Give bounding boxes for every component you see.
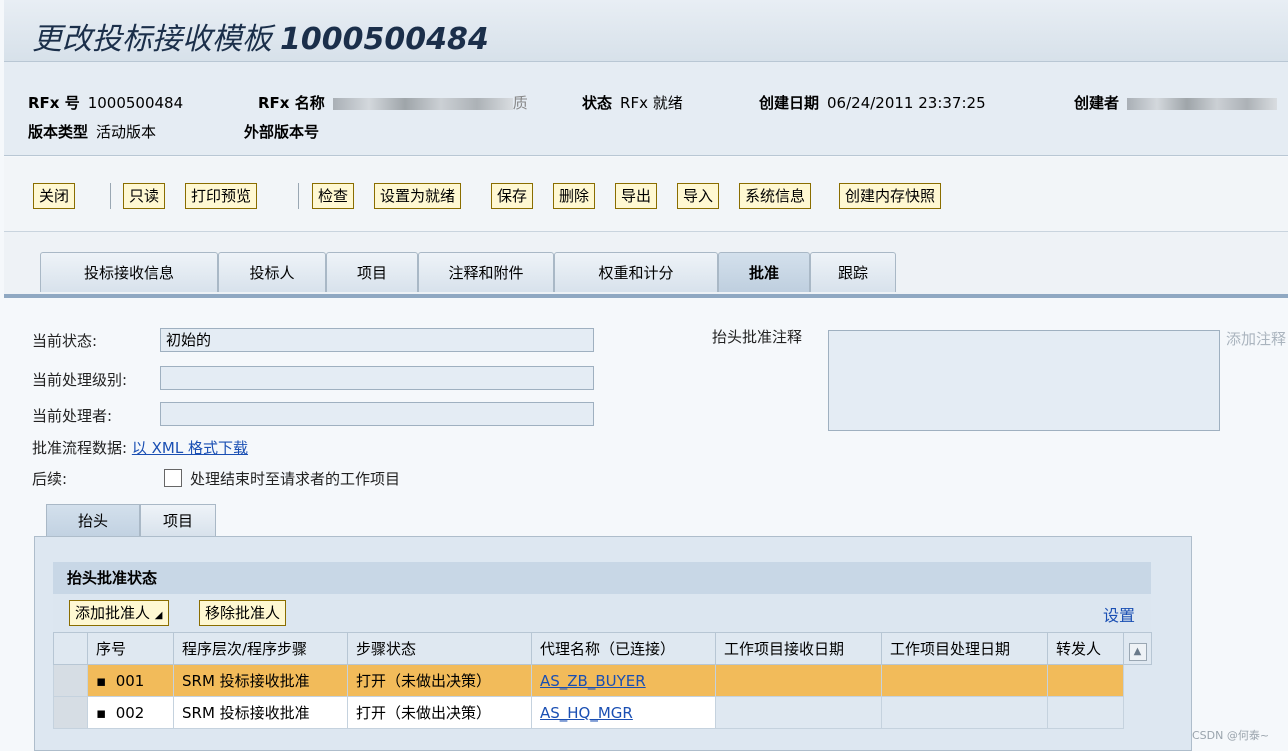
- rfx-name-field: RFx 名称质: [258, 94, 528, 112]
- table-row[interactable]: ▪ 001 SRM 投标接收批准 打开（未做出决策） AS_ZB_BUYER: [53, 664, 1152, 697]
- bullet-icon: ▪: [96, 703, 107, 722]
- tab-approval[interactable]: 批准: [718, 252, 810, 292]
- toolbar: 关闭 只读 打印预览 检查 设置为就绪 保存 删除 导出 导入 系统信息 创建内…: [4, 157, 1288, 232]
- current-status-label: 当前状态:: [32, 332, 98, 350]
- seq-cell: ▪ 001: [87, 664, 174, 697]
- creator-field: 创建者: [1074, 92, 1278, 113]
- toolbar-separator: [298, 183, 299, 209]
- current-level-label: 当前处理级别:: [32, 371, 128, 389]
- current-processor-field: [160, 402, 594, 426]
- agent-cell: AS_HQ_MGR: [531, 696, 716, 729]
- followup-checkbox-label: 处理结束时至请求者的工作项目: [190, 470, 401, 488]
- tab-bidders[interactable]: 投标人: [218, 252, 326, 292]
- status-cell: 打开（未做出决策）: [347, 696, 532, 729]
- redacted-creator: [1127, 97, 1278, 110]
- current-processor-label: 当前处理者:: [32, 407, 113, 425]
- header-note-label: 抬头批准注释: [712, 328, 803, 346]
- header-info: RFx 号 1000500484 RFx 名称质 状态 RFx 就绪 创建日期 06/…: [4, 62, 1288, 156]
- add-note-link[interactable]: 添加注释: [1226, 328, 1286, 349]
- main-tabs: 投标接收信息 投标人 项目 注释和附件 权重和计分 批准 跟踪: [4, 232, 1288, 298]
- followup-checkbox[interactable]: [164, 469, 182, 487]
- table-header-row: 序号 程序层次/程序步骤 步骤状态 代理名称（已连接） 工作项目接收日期 工作项…: [53, 632, 1152, 665]
- system-info-button[interactable]: 系统信息: [739, 183, 812, 209]
- panel-toolbar: 添加批准人 ◢ 移除批准人 设置: [53, 594, 1151, 632]
- export-button[interactable]: 导出: [615, 183, 658, 209]
- approval-content: 当前状态: 初始的 当前处理级别: 当前处理者: 批准流程数据: 以 XML 格…: [4, 298, 1288, 751]
- scroll-track[interactable]: [1123, 696, 1152, 729]
- agent-cell: AS_ZB_BUYER: [531, 664, 716, 697]
- received-date-cell: [715, 664, 882, 697]
- row-selector-header: [53, 632, 88, 665]
- tab-bid-receipt-info[interactable]: 投标接收信息: [40, 252, 218, 292]
- set-ready-button[interactable]: 设置为就绪: [374, 183, 462, 209]
- followup-label: 后续:: [32, 470, 68, 488]
- scroll-track[interactable]: [1123, 664, 1152, 697]
- xml-download-link[interactable]: 以 XML 格式下载: [132, 439, 248, 457]
- processed-date-cell: [881, 664, 1048, 697]
- redacted-name: [332, 97, 513, 110]
- panel-title: 抬头批准状态: [53, 562, 1151, 594]
- remove-approver-button[interactable]: 移除批准人: [199, 600, 287, 626]
- forwarder-cell: [1047, 664, 1124, 697]
- agent-link[interactable]: AS_HQ_MGR: [540, 704, 633, 722]
- received-date-cell: [715, 696, 882, 729]
- title-bar: 更改投标接收模板 1000500484: [4, 0, 1288, 62]
- tab-items[interactable]: 项目: [326, 252, 418, 292]
- save-button[interactable]: 保存: [491, 183, 534, 209]
- header-approval-panel: 抬头批准状态 添加批准人 ◢ 移除批准人 设置 序号 程序层次/程序步骤 步骤状…: [34, 536, 1192, 751]
- tab-tracking[interactable]: 跟踪: [810, 252, 896, 292]
- row-selector[interactable]: [53, 696, 88, 729]
- create-snapshot-button[interactable]: 创建内存快照: [839, 183, 942, 209]
- seq-cell: ▪ 002: [87, 696, 174, 729]
- column-header: 工作项目接收日期: [715, 632, 882, 665]
- close-button[interactable]: 关闭: [33, 183, 76, 209]
- print-preview-button[interactable]: 打印预览: [185, 183, 258, 209]
- external-version-field: 外部版本号: [244, 123, 320, 141]
- tab-notes-attachments[interactable]: 注释和附件: [418, 252, 554, 292]
- row-selector[interactable]: [53, 664, 88, 697]
- current-status-field: 初始的: [160, 328, 594, 352]
- import-button[interactable]: 导入: [677, 183, 720, 209]
- version-type-field: 版本类型 活动版本: [28, 123, 157, 141]
- column-header: 工作项目处理日期: [881, 632, 1048, 665]
- scroll-up-button[interactable]: ▲: [1123, 632, 1152, 665]
- status-cell: 打开（未做出决策）: [347, 664, 532, 697]
- rfx-number-field: RFx 号 1000500484: [28, 94, 184, 112]
- delete-button[interactable]: 删除: [553, 183, 596, 209]
- subtab-items[interactable]: 项目: [140, 504, 216, 536]
- table-row[interactable]: ▪ 002 SRM 投标接收批准 打开（未做出决策） AS_HQ_MGR: [53, 696, 1152, 729]
- tab-weighting-scoring[interactable]: 权重和计分: [554, 252, 718, 292]
- bullet-icon: ▪: [96, 671, 107, 690]
- status-field: 状态 RFx 就绪: [582, 94, 683, 112]
- flow-data-label: 批准流程数据: 以 XML 格式下载: [32, 439, 248, 457]
- column-header: 步骤状态: [347, 632, 532, 665]
- step-cell: SRM 投标接收批准: [173, 696, 348, 729]
- forwarder-cell: [1047, 696, 1124, 729]
- page-title: 更改投标接收模板 1000500484: [32, 22, 489, 57]
- current-level-field: [160, 366, 594, 390]
- column-header: 代理名称（已连接）: [531, 632, 716, 665]
- agent-link[interactable]: AS_ZB_BUYER: [540, 672, 646, 690]
- read-only-button[interactable]: 只读: [123, 183, 166, 209]
- add-approver-button[interactable]: 添加批准人 ◢: [69, 600, 169, 626]
- header-note-textarea[interactable]: [828, 330, 1220, 431]
- column-header: 转发人: [1047, 632, 1124, 665]
- created-date-field: 创建日期 06/24/2011 23:37:25: [759, 94, 986, 112]
- column-header: 程序层次/程序步骤: [173, 632, 348, 665]
- processed-date-cell: [881, 696, 1048, 729]
- toolbar-separator: [110, 183, 111, 209]
- approval-table: 序号 程序层次/程序步骤 步骤状态 代理名称（已连接） 工作项目接收日期 工作项…: [53, 632, 1152, 729]
- settings-link[interactable]: 设置: [1103, 602, 1135, 626]
- step-cell: SRM 投标接收批准: [173, 664, 348, 697]
- check-button[interactable]: 检查: [312, 183, 355, 209]
- dropdown-arrow-icon: ◢: [154, 610, 163, 621]
- column-header: 序号: [87, 632, 174, 665]
- subtab-header[interactable]: 抬头: [46, 504, 140, 536]
- watermark: CSDN @何泰~: [1192, 729, 1270, 742]
